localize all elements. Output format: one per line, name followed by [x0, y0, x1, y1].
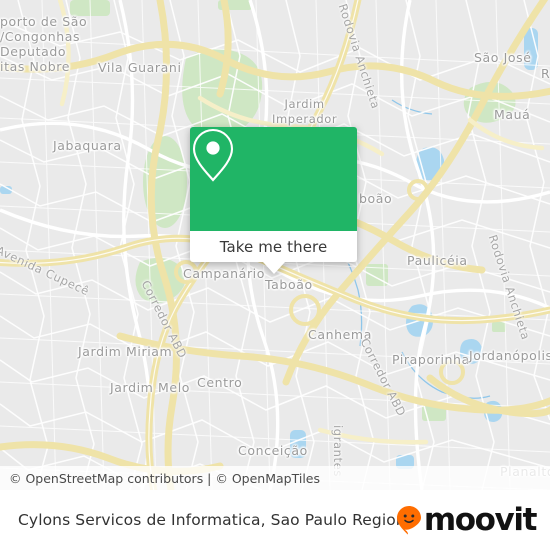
callout-header: [190, 127, 357, 231]
callout-action[interactable]: Take me there: [190, 231, 357, 262]
callout-action-label: Take me there: [219, 237, 328, 256]
callout-tail: [262, 262, 285, 274]
take-me-there-callout[interactable]: Take me there: [190, 127, 357, 274]
map-attribution-text: © OpenStreetMap contributors | © OpenMap…: [9, 470, 321, 486]
map-pin-icon: [192, 128, 234, 182]
moovit-smiley-pin-icon: [396, 506, 421, 535]
location-title: Cylons Servicos de Informatica, Sao Paul…: [18, 511, 406, 529]
moovit-brand[interactable]: moovit: [396, 490, 538, 550]
map-attribution-bar: © OpenStreetMap contributors | © OpenMap…: [0, 466, 550, 490]
map-canvas[interactable]: porto de São /Congonhas Deputado itas No…: [0, 0, 550, 490]
footer-bar: Cylons Servicos de Informatica, Sao Paul…: [0, 490, 550, 550]
moovit-wordmark: moovit: [423, 502, 538, 538]
map-page: porto de São /Congonhas Deputado itas No…: [0, 0, 550, 550]
